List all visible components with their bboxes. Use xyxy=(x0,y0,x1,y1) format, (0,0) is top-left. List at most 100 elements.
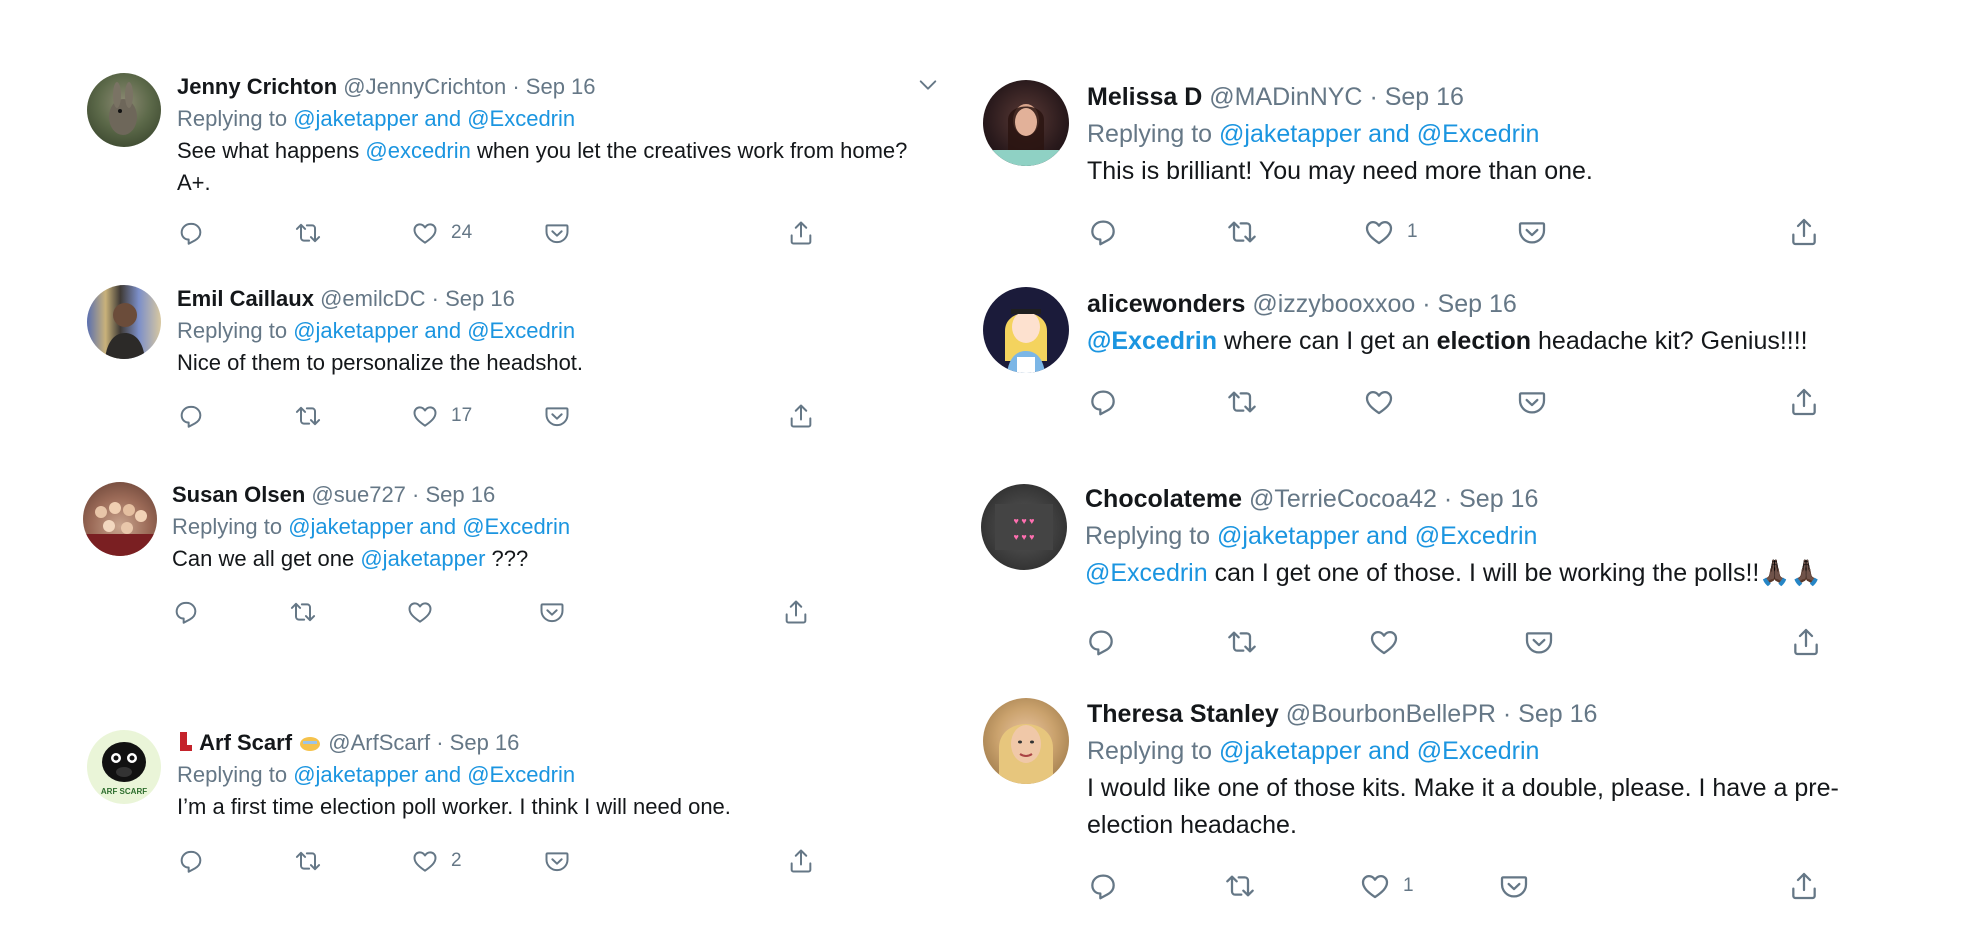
replying-to-link[interactable]: @jaketapper and @Excedrin xyxy=(1219,120,1539,148)
share-button[interactable] xyxy=(1790,626,1822,658)
like-button[interactable] xyxy=(1368,626,1412,658)
avatar[interactable] xyxy=(983,287,1069,373)
tweet-text: @Excedrin where can I get an election he… xyxy=(1087,323,1808,360)
handle[interactable]: @TerrieCocoa42 xyxy=(1249,485,1437,513)
like-button[interactable]: 2 xyxy=(411,847,462,875)
display-name[interactable]: Melissa D xyxy=(1087,83,1202,111)
retweet-button[interactable] xyxy=(1226,216,1258,248)
retweet-icon xyxy=(1226,626,1258,658)
handle[interactable]: @emilcDC xyxy=(320,286,425,311)
pocket-button[interactable] xyxy=(543,219,571,247)
retweet-button[interactable] xyxy=(1224,870,1256,902)
display-name[interactable]: Theresa Stanley xyxy=(1087,700,1279,728)
replying-prefix: Replying to xyxy=(172,514,283,539)
replying-to-link[interactable]: @jaketapper and @Excedrin xyxy=(293,762,575,787)
share-button[interactable] xyxy=(787,402,815,430)
share-button[interactable] xyxy=(782,598,810,626)
avatar[interactable] xyxy=(87,73,161,147)
avatar[interactable]: ARF SCARF xyxy=(87,730,161,804)
pocket-button[interactable] xyxy=(538,598,566,626)
handle[interactable]: @sue727 xyxy=(311,482,406,507)
reply-button[interactable] xyxy=(172,598,200,626)
replying-to-link[interactable]: @jaketapper and @Excedrin xyxy=(293,318,575,343)
display-name[interactable]: Susan Olsen xyxy=(172,482,305,507)
timestamp[interactable]: · Sep 16 xyxy=(1422,290,1517,318)
timestamp[interactable]: · Sep 16 xyxy=(436,730,519,755)
timestamp[interactable]: · Sep 16 xyxy=(1503,700,1598,728)
pocket-button[interactable] xyxy=(1516,386,1548,418)
like-button[interactable]: 1 xyxy=(1363,216,1418,248)
like-button[interactable]: 1 xyxy=(1359,870,1414,902)
pocket-button[interactable] xyxy=(1498,870,1530,902)
avatar[interactable] xyxy=(87,285,161,359)
like-button[interactable]: 24 xyxy=(411,219,472,247)
display-name[interactable]: Jenny Crichton xyxy=(177,74,337,99)
mention-link[interactable]: @Excedrin xyxy=(1087,327,1217,355)
like-count: 2 xyxy=(451,850,462,871)
share-button[interactable] xyxy=(787,219,815,247)
timestamp[interactable]: · Sep 16 xyxy=(1369,83,1464,111)
retweet-button[interactable] xyxy=(1226,626,1258,658)
reply-button[interactable] xyxy=(1087,216,1119,248)
tweet-text: Nice of them to personalize the headshot… xyxy=(177,350,584,375)
handle[interactable]: @ArfScarf xyxy=(328,730,430,755)
like-button[interactable] xyxy=(406,598,446,626)
timestamp[interactable]: · Sep 16 xyxy=(412,482,495,507)
mention-link[interactable]: @jaketapper xyxy=(360,546,485,571)
timestamp[interactable]: · Sep 16 xyxy=(432,286,515,311)
tweet-text-part: Can we all get one xyxy=(172,546,361,571)
handle[interactable]: @MADinNYC xyxy=(1209,83,1362,111)
reply-button[interactable] xyxy=(177,219,205,247)
pocket-button[interactable] xyxy=(543,402,571,430)
mention-link[interactable]: @Excedrin xyxy=(1085,559,1208,587)
handle[interactable]: @izzybooxxoo xyxy=(1252,290,1415,318)
share-icon xyxy=(1788,216,1820,248)
replying-to-link[interactable]: @jaketapper and @Excedrin xyxy=(288,514,570,539)
retweet-button[interactable] xyxy=(294,847,322,875)
action-bar: 2 xyxy=(177,847,817,879)
retweet-button[interactable] xyxy=(294,219,322,247)
pocket-icon xyxy=(1516,386,1548,418)
action-bar xyxy=(172,598,812,630)
replying-to-link[interactable]: @jaketapper and @Excedrin xyxy=(1217,522,1537,550)
share-icon xyxy=(1788,386,1820,418)
display-name[interactable]: Chocolateme xyxy=(1085,485,1242,513)
display-name[interactable]: Emil Caillaux xyxy=(177,286,314,311)
chevron-down-icon[interactable] xyxy=(917,74,939,96)
avatar[interactable] xyxy=(983,698,1069,784)
retweet-button[interactable] xyxy=(289,598,317,626)
share-button[interactable] xyxy=(1788,870,1820,902)
retweet-button[interactable] xyxy=(294,402,322,430)
praying-hands-emoji: 🙏🏿🙏🏿 xyxy=(1759,559,1822,587)
avatar[interactable] xyxy=(83,482,157,556)
display-name[interactable]: Arf Scarf xyxy=(199,730,292,755)
like-button[interactable] xyxy=(1363,386,1407,418)
retweet-button[interactable] xyxy=(1226,386,1258,418)
reply-button[interactable] xyxy=(1087,870,1119,902)
reply-button[interactable] xyxy=(177,847,205,875)
handle[interactable]: @BourbonBellePR xyxy=(1286,700,1496,728)
tweet-alicewonders: alicewonders @izzybooxxoo · Sep 16 @Exce… xyxy=(960,270,1982,460)
timestamp[interactable]: · Sep 16 xyxy=(512,74,595,99)
action-bar: 17 xyxy=(177,402,817,434)
pocket-button[interactable] xyxy=(543,847,571,875)
pocket-icon xyxy=(543,219,571,247)
share-button[interactable] xyxy=(1788,216,1820,248)
like-button[interactable]: 17 xyxy=(411,402,472,430)
reply-button[interactable] xyxy=(1087,386,1119,418)
share-button[interactable] xyxy=(1788,386,1820,418)
avatar[interactable]: ♥ ♥ ♥ ♥ ♥ ♥ xyxy=(981,484,1067,570)
handle[interactable]: @JennyCrichton xyxy=(343,74,506,99)
avatar[interactable] xyxy=(983,80,1069,166)
share-button[interactable] xyxy=(787,847,815,875)
reply-button[interactable] xyxy=(1085,626,1117,658)
reply-button[interactable] xyxy=(177,402,205,430)
timestamp[interactable]: · Sep 16 xyxy=(1444,485,1539,513)
replying-to-link[interactable]: @jaketapper and @Excedrin xyxy=(293,106,575,131)
tweet-content: alicewonders @izzybooxxoo · Sep 16 @Exce… xyxy=(1087,286,1808,360)
pocket-button[interactable] xyxy=(1516,216,1548,248)
display-name[interactable]: alicewonders xyxy=(1087,290,1245,318)
mention-link[interactable]: @excedrin xyxy=(365,138,471,163)
pocket-button[interactable] xyxy=(1523,626,1555,658)
replying-to-link[interactable]: @jaketapper and @Excedrin xyxy=(1219,737,1539,765)
